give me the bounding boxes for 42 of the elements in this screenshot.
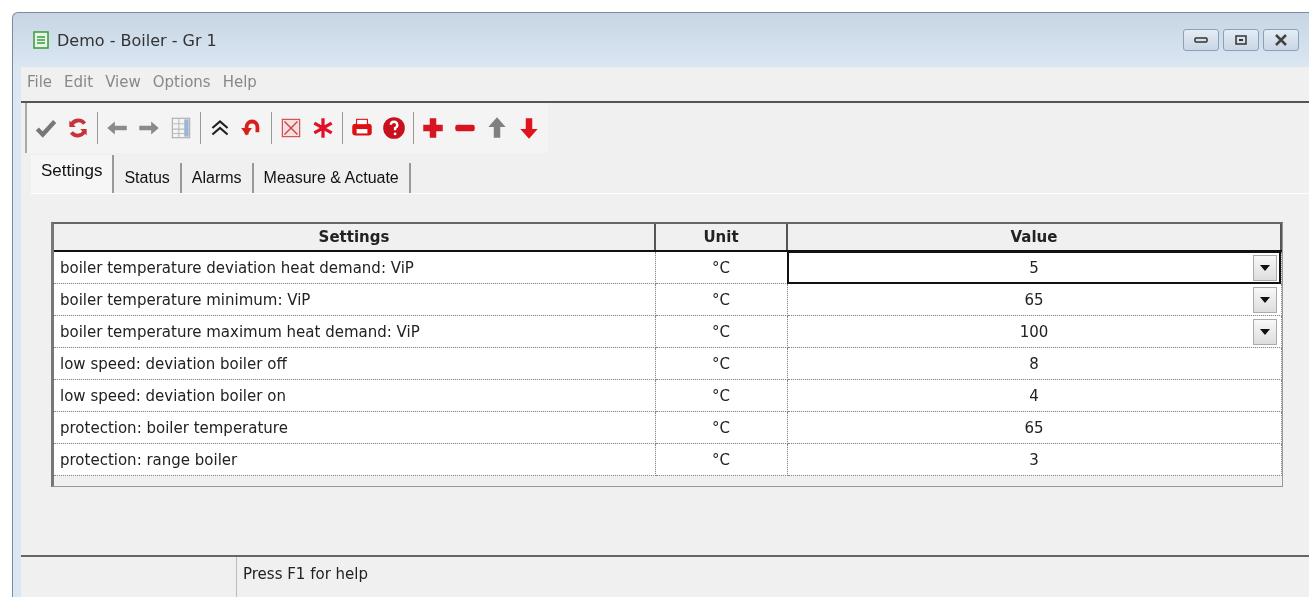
value-cell[interactable]: 3 (787, 443, 1281, 476)
column-header[interactable]: Value (787, 224, 1281, 251)
column-header[interactable]: Settings (54, 224, 655, 251)
table-cell: protection: range boiler (54, 443, 655, 476)
maximize-icon (1235, 35, 1247, 45)
value-cell[interactable]: 4 (787, 379, 1281, 412)
value-dropdown[interactable]: 5 (787, 251, 1281, 284)
app-icon (33, 31, 49, 49)
caret-icon (1259, 265, 1270, 271)
minimize-button[interactable] (1183, 29, 1219, 51)
table-cell: °C (655, 315, 787, 348)
value-dropdown[interactable]: 65 (787, 283, 1281, 316)
column-header[interactable]: Unit (655, 224, 787, 251)
status-text: Press F1 for help (242, 564, 369, 585)
table-cell: °C (655, 283, 787, 316)
table-cell: °C (655, 251, 787, 284)
table-cell: boiler temperature minimum: ViP (54, 283, 655, 316)
table-cell: °C (655, 379, 787, 412)
maximize-button[interactable] (1223, 29, 1259, 51)
minimize-icon (1194, 37, 1208, 43)
close-icon (1274, 34, 1288, 46)
caret-icon (1259, 297, 1270, 303)
table-cell: boiler temperature maximum heat demand: ViP (54, 315, 655, 348)
value-cell[interactable]: 8 (787, 347, 1281, 380)
table-cell: °C (655, 443, 787, 476)
close-button[interactable] (1263, 29, 1299, 51)
table-cell: °C (655, 411, 787, 444)
tab[interactable]: Settings (31, 155, 115, 193)
table-cell: low speed: deviation boiler on (54, 379, 655, 412)
value-dropdown[interactable]: 100 (787, 315, 1281, 348)
dropdown-button[interactable] (1252, 319, 1277, 345)
plus-icon[interactable] (420, 115, 446, 141)
help-icon[interactable] (381, 115, 407, 141)
table-cell: protection: boiler temperature (54, 411, 655, 444)
table-cell: boiler temperature deviation heat demand: ViP (54, 251, 655, 284)
table-cell: °C (655, 347, 787, 380)
value-cell[interactable]: 65 (787, 411, 1281, 444)
dropdown-button[interactable] (1252, 255, 1277, 281)
table-cell: low speed: deviation boiler off (54, 347, 655, 380)
caret-icon (1259, 329, 1270, 335)
window-title: Demo - Boiler - Gr 1 (57, 30, 217, 50)
dropdown-button[interactable] (1252, 287, 1277, 313)
